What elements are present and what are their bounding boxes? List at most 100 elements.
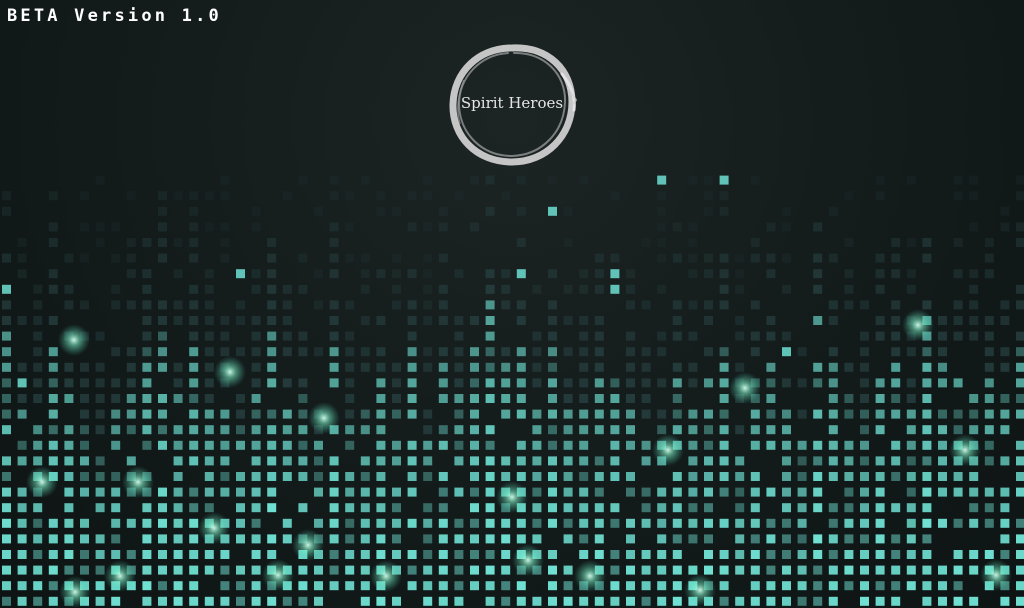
equalizer-tile: [594, 518, 604, 528]
equalizer-tile: [95, 456, 105, 466]
equalizer-tile: [922, 487, 932, 497]
equalizer-tile: [594, 284, 604, 294]
equalizer-tile: [860, 378, 869, 388]
equalizer-tile: [80, 425, 89, 435]
equalizer-tile: [438, 596, 448, 606]
equalizer-tile: [875, 503, 885, 513]
equalizer-tile: [813, 456, 823, 466]
equalizer-tile: [672, 503, 682, 513]
equalizer-tile: [797, 565, 807, 575]
equalizer-tile: [298, 472, 308, 481]
equalizer-tile: [782, 581, 791, 591]
equalizer-tile: [392, 440, 401, 450]
equalizer-tile: [766, 518, 776, 528]
equalizer-tile: [750, 175, 760, 185]
equalizer-tile: [860, 409, 869, 419]
equalizer-tile: [626, 440, 635, 450]
equalizer-tile: [579, 316, 589, 325]
equalizer-tile: [111, 440, 121, 450]
equalizer-tile: [111, 425, 121, 435]
equalizer-tile: [329, 456, 339, 466]
equalizer-tile: [813, 550, 823, 559]
equalizer-tile: [548, 487, 557, 497]
equalizer-tile: [64, 284, 74, 294]
equalizer-tile: [251, 440, 261, 450]
equalizer-tile: [953, 596, 963, 606]
equalizer-tile: [95, 425, 105, 435]
equalizer-tile: [64, 565, 74, 575]
equalizer-tile: [2, 191, 11, 201]
equalizer-tile: [345, 472, 355, 481]
equalizer-tile: [64, 300, 74, 310]
equalizer-tile: [594, 331, 604, 341]
equalizer-tile: [532, 472, 542, 481]
equalizer-tile: [407, 331, 417, 341]
logo-title: Spirit Heroes: [460, 94, 564, 112]
equalizer-tile: [922, 238, 932, 247]
equalizer-tile: [750, 300, 760, 310]
equalizer-tile: [2, 253, 11, 263]
equalizer-tile: [735, 565, 745, 575]
equalizer-tile: [813, 253, 823, 263]
equalizer-tile: [828, 378, 838, 388]
glow-sparkle: [104, 560, 136, 592]
equalizer-tile: [392, 550, 401, 559]
equalizer-tile: [48, 269, 58, 279]
equalizer-tile: [1000, 206, 1010, 216]
equalizer-tile: [95, 472, 105, 481]
equalizer-tile: [672, 222, 682, 232]
equalizer-tile: [173, 378, 183, 388]
equalizer-tile: [563, 440, 573, 450]
equalizer-tile: [220, 191, 230, 201]
equalizer-tile: [48, 456, 58, 466]
equalizer-tile: [48, 316, 58, 325]
equalizer-tile: [875, 456, 885, 466]
equalizer-tile: [813, 269, 823, 279]
equalizer-tile: [813, 284, 823, 294]
equalizer-tile: [641, 347, 651, 357]
glow-sparkle: [214, 356, 246, 388]
equalizer-tile: [360, 175, 370, 185]
equalizer-tile: [2, 534, 11, 544]
equalizer-tile: [17, 487, 27, 497]
equalizer-tile: [454, 331, 464, 341]
equalizer-tile: [532, 534, 542, 544]
equalizer-tile: [392, 518, 401, 528]
equalizer-tile: [267, 550, 277, 559]
equalizer-tile: [33, 300, 43, 310]
glow-sparkle: [370, 560, 402, 592]
equalizer-tile: [828, 456, 838, 466]
equalizer-tile: [48, 581, 58, 591]
equalizer-tile: [844, 472, 854, 481]
glow-sparkle: [496, 481, 528, 513]
equalizer-tile: [392, 394, 401, 403]
equalizer-tile: [251, 550, 261, 559]
equalizer-tile: [189, 503, 199, 513]
equalizer-tile: [750, 503, 760, 513]
equalizer-tile: [1000, 518, 1010, 528]
equalizer-tile: [438, 472, 448, 481]
equalizer-tile: [485, 534, 495, 544]
equalizer-tile: [360, 269, 370, 279]
equalizer-tile: [579, 456, 589, 466]
equalizer-tile: [516, 316, 526, 325]
equalizer-tile: [1016, 581, 1024, 591]
glow-sparkle: [26, 466, 58, 498]
equalizer-tile: [501, 534, 511, 544]
equalizer-tile: [189, 456, 199, 466]
equalizer-tile: [251, 347, 261, 357]
equalizer-tile: [423, 440, 433, 450]
equalizer-tile: [922, 253, 932, 263]
equalizer-tile: [563, 394, 573, 403]
equalizer-tile: [735, 518, 745, 528]
equalizer-tile: [735, 253, 745, 263]
equalizer-tile: [251, 425, 261, 435]
equalizer-tile: [610, 425, 620, 435]
equalizer-tile: [782, 534, 791, 544]
equalizer-tile: [704, 565, 713, 575]
equalizer-tile: [220, 456, 230, 466]
equalizer-tile: [470, 440, 479, 450]
equalizer-tile: [360, 284, 370, 294]
equalizer-tile: [766, 269, 776, 279]
equalizer-tile: [860, 487, 869, 497]
